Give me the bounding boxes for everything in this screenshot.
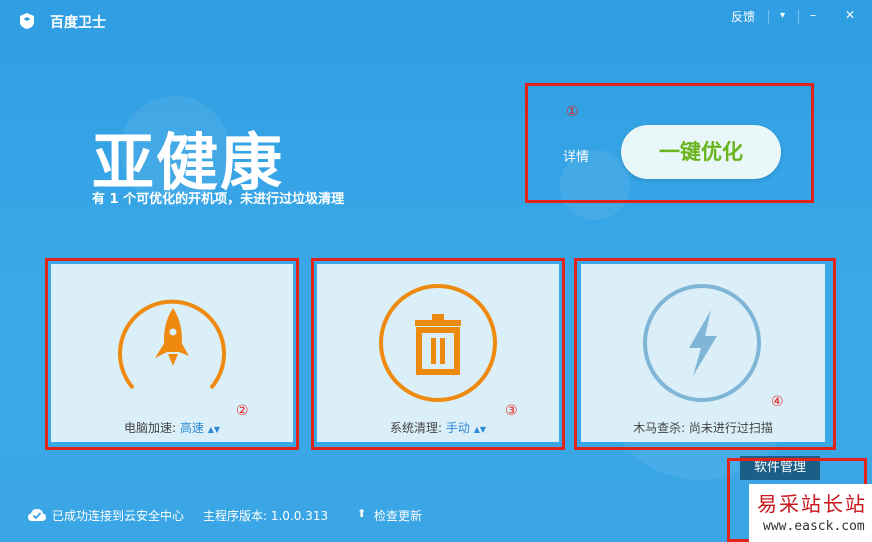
feedback-button[interactable]: 反馈 <box>731 8 755 25</box>
cloud-connection-status: 已成功连接到云安全中心 <box>52 509 185 523</box>
minimize-button[interactable]: – <box>810 8 816 22</box>
trojan-scan-card[interactable]: 木马查杀: 尚未进行过扫描 <box>581 264 825 442</box>
watermark-text: 易采站长站 <box>757 492 867 516</box>
system-clean-value[interactable]: 手动 <box>446 421 470 435</box>
details-link[interactable]: 详情 <box>563 146 589 165</box>
title-bar: 百度卫士 反馈 ▾ – ✕ <box>0 0 872 40</box>
speedup-status: 电脑加速: 高速 ▲▼ <box>51 419 293 436</box>
check-update-link[interactable]: 检查更新 <box>374 507 422 524</box>
trojan-scan-status: 木马查杀: 尚未进行过扫描 <box>633 421 773 435</box>
upload-arrow-icon[interactable]: ⬆ <box>357 507 366 520</box>
system-clean-status: 系统清理: 手动 ▲▼ <box>317 419 559 436</box>
annotation-number-3: ③ <box>505 403 518 419</box>
one-click-optimize-button[interactable]: 一键优化 <box>621 125 781 179</box>
annotation-number-1: ① <box>566 104 579 120</box>
divider <box>798 10 799 24</box>
health-status-description: 有 1 个可优化的开机项，未进行过垃圾清理 <box>92 192 345 207</box>
rocket-icon <box>118 299 226 390</box>
site-watermark: 易采站长站 www.easck.com <box>749 484 872 542</box>
speedup-label: 电脑加速: <box>123 421 177 435</box>
close-button[interactable]: ✕ <box>845 8 855 22</box>
version-info: 主程序版本: 1.0.0.313 <box>203 509 329 523</box>
divider <box>768 10 769 24</box>
annotation-number-2: ② <box>236 403 249 419</box>
speedup-value[interactable]: 高速 <box>180 421 204 435</box>
lightning-icon <box>643 284 761 402</box>
app-title: 百度卫士 <box>50 15 106 31</box>
system-clean-card[interactable]: 系统清理: 手动 ▲▼ <box>317 264 559 442</box>
menu-dropdown-icon[interactable]: ▾ <box>780 10 785 21</box>
annotation-number-4: ④ <box>771 394 784 410</box>
watermark-url: www.easck.com <box>763 519 865 534</box>
system-clean-label: 系统清理: <box>389 421 443 435</box>
cloud-check-icon <box>28 509 46 521</box>
trash-icon <box>379 284 497 402</box>
shield-logo-icon <box>20 13 34 29</box>
updown-arrow-icon[interactable]: ▲▼ <box>474 425 486 434</box>
speedup-card[interactable]: 电脑加速: 高速 ▲▼ <box>51 264 293 442</box>
updown-arrow-icon[interactable]: ▲▼ <box>208 425 220 434</box>
